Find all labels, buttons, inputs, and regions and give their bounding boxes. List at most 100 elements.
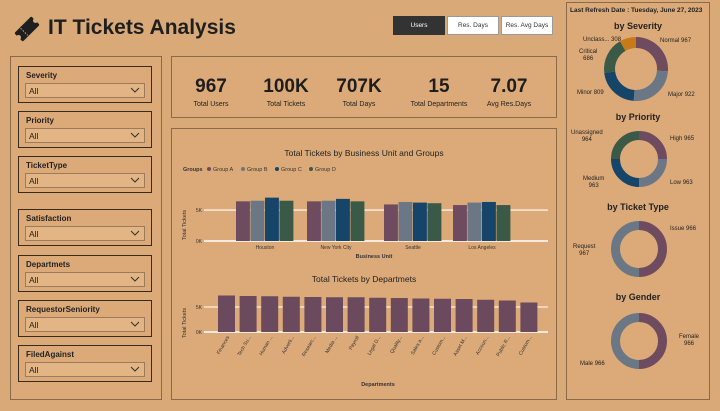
bar-group-a bbox=[307, 201, 321, 241]
bar-department bbox=[369, 297, 387, 332]
donut-slice bbox=[638, 158, 667, 188]
donut-label: Critical 686 bbox=[579, 49, 597, 63]
satisfaction-dropdown[interactable]: All bbox=[25, 226, 145, 241]
slice-name: Normal bbox=[660, 38, 680, 44]
y-axis-label: Total Tickets bbox=[182, 308, 188, 339]
severity-donut-title: by Severity bbox=[613, 21, 663, 31]
donut-label: Normal 967 bbox=[660, 38, 691, 45]
x-axis-label: Departments bbox=[361, 382, 395, 388]
severity-donut-chart bbox=[604, 37, 668, 101]
kpi-value: 967 bbox=[195, 76, 227, 97]
donut-slice bbox=[633, 70, 668, 101]
x-axis-label: Business Unit bbox=[356, 254, 393, 260]
x-tick-label: Custom... bbox=[518, 335, 534, 357]
donut-label: Unclass... 308 bbox=[583, 37, 621, 44]
filter-tickettype[interactable]: TicketType All bbox=[18, 156, 152, 193]
tab-users[interactable]: Users bbox=[393, 16, 445, 35]
kpi-value: 15 bbox=[428, 76, 450, 97]
donut-label: Female 966 bbox=[679, 334, 699, 348]
kpi-label: Avg Res.Days bbox=[486, 101, 532, 108]
slice-value: 967 bbox=[579, 250, 590, 257]
bar-group-c bbox=[413, 202, 427, 241]
filter-label: Departmets bbox=[26, 260, 71, 269]
slice-name: Critical bbox=[579, 49, 598, 55]
departmets-dropdown[interactable]: All bbox=[25, 272, 145, 287]
bar-group-b bbox=[467, 202, 482, 241]
donut-slice bbox=[638, 221, 667, 277]
bar-department bbox=[412, 298, 430, 332]
tickettype-donut-title: by Ticket Type bbox=[607, 202, 669, 212]
requestorseniority-dropdown[interactable]: All bbox=[25, 317, 145, 332]
dropdown-value: All bbox=[29, 176, 39, 186]
chevron-down-icon bbox=[130, 230, 140, 236]
legend-marker bbox=[241, 167, 245, 171]
bar-group-d bbox=[279, 200, 294, 241]
donut-slice bbox=[638, 313, 667, 369]
filter-requestorseniority[interactable]: RequestorSeniority All bbox=[18, 300, 152, 337]
departments-chart: Total Tickets 0K 5K Finances Tech Su... Hum… bbox=[182, 295, 548, 388]
slice-name: Minor bbox=[577, 90, 593, 96]
kpi-label: Total Tickets bbox=[266, 101, 306, 108]
page-title: IT Tickets Analysis bbox=[48, 16, 236, 39]
chevron-down-icon bbox=[130, 366, 140, 372]
filedagainst-dropdown[interactable]: All bbox=[25, 362, 145, 377]
ticket-icon bbox=[14, 16, 40, 42]
filter-filedagainst[interactable]: FiledAgainst All bbox=[18, 345, 152, 382]
bar-group-d bbox=[350, 201, 365, 241]
slice-value: 308 bbox=[611, 37, 622, 43]
slice-name: Female bbox=[679, 334, 700, 340]
donut-slice bbox=[604, 71, 635, 101]
legend-marker bbox=[275, 167, 279, 171]
tickettype-donut-chart bbox=[611, 221, 667, 277]
donut-slice bbox=[611, 221, 640, 277]
donut-slice bbox=[611, 158, 640, 187]
y-axis-label: Total Tickets bbox=[182, 210, 188, 241]
bar-group-d bbox=[496, 205, 511, 241]
tab-res-avg-days[interactable]: Res. Avg Days bbox=[501, 16, 553, 35]
gender-donut-title: by Gender bbox=[615, 292, 661, 302]
donut-slice bbox=[611, 131, 640, 160]
filter-label: Severity bbox=[26, 71, 58, 80]
priority-dropdown[interactable]: All bbox=[25, 128, 145, 143]
bu-chart-title: Total Tickets by Business Unit and Group… bbox=[284, 148, 444, 158]
slice-value: 963 bbox=[682, 180, 693, 186]
tab-res-days[interactable]: Res. Days bbox=[447, 16, 499, 35]
chevron-down-icon bbox=[130, 276, 140, 282]
x-tick-label: New York City bbox=[320, 245, 352, 251]
bar-group-d bbox=[427, 203, 442, 241]
dropdown-value: All bbox=[29, 131, 39, 141]
bar-department bbox=[282, 296, 300, 332]
kpi-total-departments: 15 Total Departments bbox=[399, 76, 479, 108]
kpi-value: 7.07 bbox=[490, 76, 528, 97]
bar-group-b bbox=[250, 200, 265, 241]
x-tick-label: Tech Su... bbox=[237, 335, 253, 357]
bar-group-b bbox=[321, 200, 336, 241]
x-tick-label: Human ... bbox=[258, 335, 274, 357]
severity-dropdown[interactable]: All bbox=[25, 83, 145, 98]
legend-marker bbox=[207, 167, 211, 171]
x-tick-label: Public R... bbox=[495, 335, 512, 358]
bar-department bbox=[390, 298, 408, 332]
kpi-avg-res-days: 7.07 Avg Res.Days bbox=[469, 76, 549, 108]
dept-chart-title: Total Tickets by Departmets bbox=[311, 274, 417, 284]
dropdown-value: All bbox=[29, 86, 39, 96]
slice-name: Unclass... bbox=[583, 37, 610, 43]
dropdown-value: All bbox=[29, 229, 39, 239]
filter-departmets[interactable]: Departmets All bbox=[18, 255, 152, 292]
x-tick-label: Asset M... bbox=[453, 335, 469, 357]
filter-priority[interactable]: Priority All bbox=[18, 111, 152, 148]
tickettype-dropdown[interactable]: All bbox=[25, 173, 145, 188]
donut-label: Unassigned 964 bbox=[571, 130, 603, 144]
bar-group-a bbox=[453, 205, 467, 241]
filter-satisfaction[interactable]: Satisfaction All bbox=[18, 209, 152, 246]
slice-value: 965 bbox=[684, 136, 695, 142]
y-tick-label: 0K bbox=[196, 239, 203, 245]
filter-label: RequestorSeniority bbox=[26, 305, 100, 314]
bar-group-c bbox=[482, 201, 496, 241]
kpi-value: 100K bbox=[263, 76, 309, 97]
filter-label: Satisfaction bbox=[26, 214, 72, 223]
x-tick-label: Payroll bbox=[348, 335, 361, 351]
filter-severity[interactable]: Severity All bbox=[18, 66, 152, 103]
bu-groups-chart: Groups Group A Group B Group C Group D Tota… bbox=[182, 167, 548, 260]
legend-label: Group B bbox=[247, 167, 268, 173]
